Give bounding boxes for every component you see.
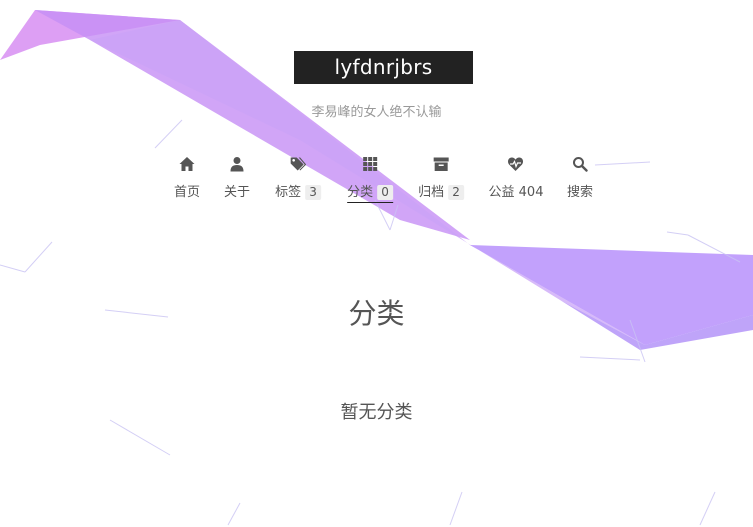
heartbeat-icon xyxy=(489,153,544,175)
menu-item-archives[interactable]: 归档 2 xyxy=(418,153,464,202)
page-title: 分类 xyxy=(348,297,405,330)
menu-item-home[interactable]: 首页 xyxy=(174,153,200,202)
menu-item-search[interactable]: 搜索 xyxy=(567,153,593,202)
main-menu: 首页 关于 标签 3 分类 0 归档 2 公益 404 搜索 xyxy=(0,153,753,213)
user-icon xyxy=(224,153,250,175)
th-icon xyxy=(347,153,393,175)
menu-label-archives: 归档 xyxy=(418,185,445,200)
tags-count-badge: 3 xyxy=(305,185,321,200)
menu-label-tags: 标签 xyxy=(275,185,302,200)
home-icon xyxy=(174,153,200,175)
tags-icon xyxy=(275,153,321,175)
site-subtitle: 李易峰的女人绝不认输 xyxy=(311,105,442,120)
menu-item-categories[interactable]: 分类 0 xyxy=(347,153,393,203)
menu-label-categories: 分类 xyxy=(347,185,374,200)
search-icon xyxy=(567,153,593,175)
categories-count-badge: 0 xyxy=(377,185,393,200)
archive-icon xyxy=(418,153,464,175)
archives-count-badge: 2 xyxy=(448,185,464,200)
menu-item-about[interactable]: 关于 xyxy=(224,153,250,202)
site-title[interactable]: lyfdnrjbrs xyxy=(294,51,473,84)
menu-label-about: 关于 xyxy=(223,185,251,200)
menu-item-commonweal[interactable]: 公益 404 xyxy=(488,153,544,202)
menu-label-search: 搜索 xyxy=(566,185,594,200)
menu-label-commonweal: 公益 404 xyxy=(488,185,544,200)
empty-categories-text: 暂无分类 xyxy=(340,402,413,423)
menu-label-home: 首页 xyxy=(173,185,201,200)
menu-item-tags[interactable]: 标签 3 xyxy=(275,153,321,202)
